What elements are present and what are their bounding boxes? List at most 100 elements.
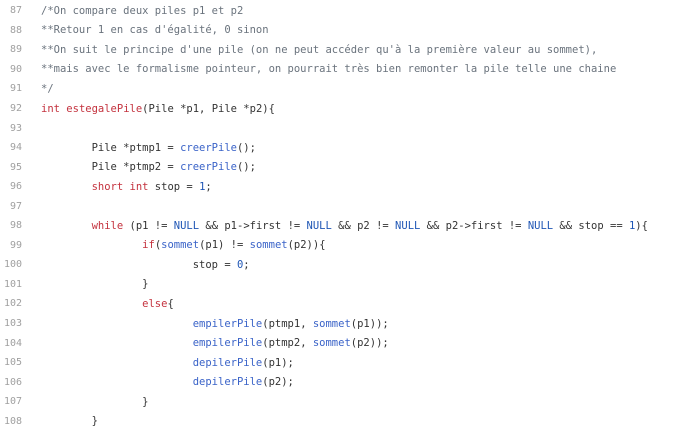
keyword-token: int	[41, 102, 60, 115]
code-text: ){	[635, 219, 648, 232]
line-number: 99	[9, 239, 22, 251]
line-number: 96	[9, 181, 22, 193]
line-code: if(sommet(p1) != sommet(p2)){	[41, 239, 326, 252]
code-text: ;	[205, 180, 212, 193]
line-number: 88	[9, 24, 22, 36]
function-token: sommet	[161, 239, 200, 252]
code-text: (p1 !=	[123, 219, 174, 232]
line-number: 104	[3, 337, 22, 349]
line-code: }	[41, 396, 148, 408]
line-code: **mais avec le formalisme pointeur, on p…	[41, 63, 616, 75]
code-text: && p2 !=	[331, 219, 396, 232]
code-text: (p1));	[350, 317, 389, 330]
code-line: 91 */	[0, 79, 678, 99]
line-number: 108	[3, 415, 22, 427]
line-number: 106	[3, 376, 22, 388]
code-line: 97	[0, 196, 678, 216]
code-line: 105 depilerPile(p1);	[0, 353, 678, 373]
code-line: 95 Pile *ptmp2 = creerPile();	[0, 157, 678, 177]
code-text: (p2)){	[287, 239, 326, 252]
line-code: else{	[41, 298, 174, 310]
code-text: && p2->first !=	[420, 219, 528, 232]
line-code: Pile *ptmp1 = creerPile();	[41, 142, 256, 154]
code-line: 106 depilerPile(p2);	[0, 372, 678, 392]
code-line: 103 empilerPile(ptmp1, sommet(p1));	[0, 314, 678, 334]
code-line: 89 **On suit le principe d'une pile (on n…	[0, 40, 678, 60]
line-number: 107	[3, 396, 22, 408]
code-text: (p1) !=	[199, 239, 250, 252]
code-text: ();	[236, 161, 256, 174]
code-line: 107 }	[0, 392, 678, 412]
line-code: stop = 0;	[41, 259, 250, 271]
code-text: && stop ==	[553, 219, 629, 232]
line-number: 105	[3, 357, 22, 369]
code-line: 90 **mais avec le formalisme pointeur, on…	[0, 60, 678, 80]
line-code: while (p1 != NULL && p1->first != NULL &…	[41, 220, 648, 232]
line-code: /*On compare deux piles p1 et p2	[41, 5, 243, 17]
constant-token: NULL	[306, 219, 332, 232]
code-line: 98 while (p1 != NULL && p1->first != NUL…	[0, 216, 678, 236]
code-line: 102 else{	[0, 294, 678, 314]
line-number: 95	[9, 161, 22, 173]
line-number: 92	[9, 103, 22, 114]
comment-token: */	[41, 82, 54, 95]
line-number: 90	[9, 63, 22, 75]
keyword-token: while	[91, 219, 124, 232]
function-token: sommet	[312, 317, 351, 330]
line-number: 87	[9, 5, 22, 17]
comment-token: **Retour 1 en cas d'égalité, 0 sinon	[41, 24, 269, 37]
line-number: 102	[3, 298, 22, 310]
constant-token: NULL	[395, 219, 421, 232]
function-token: empilerPile	[192, 317, 263, 330]
code-text: (ptmp1,	[262, 317, 313, 330]
line-number: 93	[9, 122, 22, 134]
code-text: ();	[236, 141, 256, 154]
line-code: int estegalePile(Pile *p1, Pile *p2){	[41, 103, 275, 115]
function-token: creerPile	[180, 161, 237, 174]
comment-token: **On suit le principe d'une pile (on ne …	[41, 43, 598, 56]
line-code: empilerPile(ptmp1, sommet(p1));	[41, 318, 389, 330]
line-number: 91	[9, 83, 22, 95]
line-code: short int stop = 1;	[41, 181, 212, 193]
function-token: depilerPile	[192, 356, 263, 369]
code-line: 100 stop = 0;	[0, 255, 678, 275]
line-code: empilerPile(ptmp2, sommet(p2));	[41, 337, 389, 349]
function-token: depilerPile	[192, 376, 263, 389]
line-number: 97	[9, 200, 22, 212]
keyword-token: if	[142, 239, 155, 252]
code-line: 96 short int stop = 1;	[0, 177, 678, 197]
line-code: */	[41, 83, 54, 95]
code-line: 108 }	[0, 411, 678, 431]
code-line: 94 Pile *ptmp1 = creerPile();	[0, 138, 678, 158]
code-text: (Pile *p1, Pile *p2){	[142, 102, 275, 115]
code-text: (p2));	[350, 337, 389, 350]
code-text: Pile *ptmp2 =	[41, 161, 181, 174]
function-token: creerPile	[180, 141, 237, 154]
constant-token: NULL	[173, 219, 200, 232]
code-text: ;	[243, 258, 250, 271]
line-code: **Retour 1 en cas d'égalité, 0 sinon	[41, 24, 269, 36]
code-text: (p1);	[262, 356, 294, 369]
code-text: (p2);	[262, 376, 294, 389]
code-line: 104 empilerPile(ptmp2, sommet(p2));	[0, 333, 678, 353]
comment-token: /*On compare deux piles p1 et p2	[41, 4, 244, 17]
line-code: depilerPile(p1);	[41, 357, 294, 369]
code-text: {	[167, 297, 174, 310]
function-token: empilerPile	[192, 337, 263, 350]
function-token: sommet	[249, 239, 288, 252]
keyword-token: short	[91, 180, 124, 193]
code-text: stop =	[41, 258, 237, 271]
line-number: 100	[3, 259, 22, 271]
line-code: }	[41, 415, 98, 427]
code-text: stop =	[148, 180, 200, 193]
line-number: 94	[9, 142, 22, 154]
line-code: Pile *ptmp2 = creerPile();	[41, 161, 256, 173]
line-code: **On suit le principe d'une pile (on ne …	[41, 44, 597, 56]
